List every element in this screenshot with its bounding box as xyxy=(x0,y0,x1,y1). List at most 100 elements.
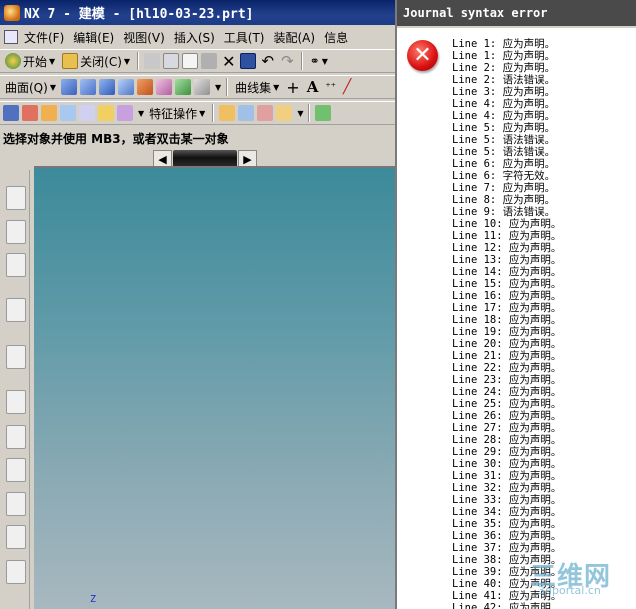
window-titlebar: NX 7 - 建模 - [hl10-03-23.prt] xyxy=(0,0,400,25)
error-line: Line 16: 应为声明。 xyxy=(452,290,562,302)
folder-icon xyxy=(62,53,79,69)
chevron-down-icon[interactable]: ▼ xyxy=(297,109,303,118)
sketch-icon[interactable] xyxy=(315,105,332,121)
chevron-down-icon: ▼ xyxy=(199,108,206,118)
assembly-navigator-icon[interactable] xyxy=(6,186,26,210)
surface-label: 曲面(Q) xyxy=(5,80,48,95)
toolbar-separator xyxy=(226,78,229,96)
surface-menu-button[interactable]: 曲面(Q) ▼ xyxy=(3,77,58,97)
graphics-window[interactable] xyxy=(34,166,400,609)
nx-logo-icon xyxy=(4,4,20,21)
paste-icon[interactable] xyxy=(182,53,199,69)
box-icon[interactable] xyxy=(276,105,293,121)
roles-icon[interactable] xyxy=(6,525,26,549)
chevron-down-icon: ▼ xyxy=(123,56,131,66)
window-title: NX 7 - 建模 - [hl10-03-23.prt] xyxy=(24,7,254,22)
error-line: Line 24: 应为声明。 xyxy=(452,386,562,398)
save-icon[interactable] xyxy=(240,53,257,69)
system-scenes-icon[interactable] xyxy=(6,560,26,584)
repeat-command-icon[interactable]: ⚭ ▼ xyxy=(308,51,330,71)
shell-icon[interactable] xyxy=(257,105,274,121)
point-set-icon[interactable]: ⁺⁺ xyxy=(323,77,338,97)
feature-operations-button[interactable]: 特征操作 ▼ xyxy=(147,103,207,123)
dialog-title: Journal syntax error xyxy=(397,0,636,28)
error-line: Line 32: 应为声明。 xyxy=(452,482,562,494)
delete-icon[interactable]: ✕ xyxy=(220,51,237,71)
error-line: Line 9: 语法错误。 xyxy=(452,206,556,218)
swept-icon[interactable] xyxy=(98,79,115,95)
error-line: Line 19: 应为声明。 xyxy=(452,326,562,338)
through-mesh-icon[interactable] xyxy=(79,79,96,95)
delete-object-icon[interactable] xyxy=(201,53,218,69)
pocket-icon[interactable] xyxy=(98,105,114,121)
error-line: Line 35: 应为声明。 xyxy=(452,518,562,530)
error-line: Line 34: 应为声明。 xyxy=(452,506,562,518)
error-message-list: Line 1: 应为声明。 Line 1: 应为声明。 Line 2: 应为声明。 L… xyxy=(452,38,636,609)
chevron-down-icon: ▼ xyxy=(49,82,56,92)
copy-icon[interactable] xyxy=(163,53,180,69)
resource-bar xyxy=(0,170,30,609)
edge-blend-icon[interactable] xyxy=(219,105,236,121)
through-curves-icon[interactable] xyxy=(60,79,77,95)
trim-surface-icon[interactable] xyxy=(174,79,191,95)
error-line: Line 13: 应为声明。 xyxy=(452,254,562,266)
point-icon[interactable]: + xyxy=(284,77,301,97)
menu-view[interactable]: 视图(V) xyxy=(119,29,170,46)
journal-error-dialog: Journal syntax error ✕ Line 1: 应为声明。 Line… xyxy=(395,0,636,609)
curves-menu-button[interactable]: 曲线集 ▼ xyxy=(233,77,281,97)
cut-icon[interactable] xyxy=(144,53,161,69)
document-icon[interactable] xyxy=(4,30,18,44)
chamfer-icon[interactable] xyxy=(238,105,255,121)
system-materials-icon[interactable] xyxy=(6,425,26,449)
revolve-icon[interactable] xyxy=(41,105,57,121)
menu-tools[interactable]: 工具(T) xyxy=(220,29,270,46)
history-icon[interactable] xyxy=(6,390,26,414)
error-line: Line 4: 应为声明。 xyxy=(452,98,556,110)
toolbar-separator xyxy=(212,104,215,122)
error-line: Line 6: 应为声明。 xyxy=(452,158,556,170)
menu-file[interactable]: 文件(F) xyxy=(20,29,69,46)
chevron-down-icon[interactable]: ▼ xyxy=(138,109,144,118)
web-browser-icon[interactable] xyxy=(6,345,26,369)
boss-icon[interactable] xyxy=(79,105,95,121)
constraint-navigator-icon[interactable] xyxy=(6,220,26,244)
error-line: Line 25: 应为声明。 xyxy=(452,398,562,410)
error-line: Line 27: 应为声明。 xyxy=(452,422,562,434)
close-button[interactable]: 关闭(C) ▼ xyxy=(60,51,132,71)
chevron-down-icon: ▼ xyxy=(273,82,280,92)
error-line: Line 3: 应为声明。 xyxy=(452,86,556,98)
menu-insert[interactable]: 插入(S) xyxy=(170,29,220,46)
start-label: 开始 xyxy=(23,54,48,69)
extension-icon[interactable] xyxy=(193,79,210,95)
error-line: Line 30: 应为声明。 xyxy=(452,458,562,470)
part-navigator-icon[interactable] xyxy=(6,253,26,277)
menu-information[interactable]: 信息 xyxy=(320,29,353,46)
error-line: Line 1: 应为声明。 xyxy=(452,38,556,50)
error-line: Line 5: 语法错误。 xyxy=(452,134,556,146)
start-icon xyxy=(5,53,21,69)
error-line: Line 37: 应为声明。 xyxy=(452,542,562,554)
book-icon[interactable] xyxy=(3,105,19,121)
line-icon[interactable]: ╱ xyxy=(341,77,353,97)
curves-label: 曲线集 xyxy=(235,80,272,95)
chevron-down-icon: ▼ xyxy=(49,56,56,66)
n-sided-surface-icon[interactable] xyxy=(136,79,153,95)
redo-icon[interactable]: ↷ xyxy=(279,51,296,71)
palette-icon[interactable] xyxy=(6,458,26,482)
error-line: Line 23: 应为声明。 xyxy=(452,374,562,386)
text-icon[interactable]: A xyxy=(305,77,321,97)
ruled-icon[interactable] xyxy=(117,79,134,95)
menu-assembly[interactable]: 装配(A) xyxy=(270,29,321,46)
pad-icon[interactable] xyxy=(117,105,133,121)
undo-icon[interactable]: ↶ xyxy=(259,51,276,71)
start-button[interactable]: 开始 ▼ xyxy=(3,51,57,71)
reuse-library-icon[interactable] xyxy=(6,298,26,322)
hole-icon[interactable] xyxy=(60,105,76,121)
feature-ops-label: 特征操作 xyxy=(149,106,198,121)
process-studio-icon[interactable] xyxy=(6,492,26,516)
offset-surface-icon[interactable] xyxy=(155,79,172,95)
menu-edit[interactable]: 编辑(E) xyxy=(69,29,119,46)
chevron-down-icon[interactable]: ▼ xyxy=(215,83,221,92)
error-line: Line 14: 应为声明。 xyxy=(452,266,562,278)
extrude-icon[interactable] xyxy=(22,105,38,121)
